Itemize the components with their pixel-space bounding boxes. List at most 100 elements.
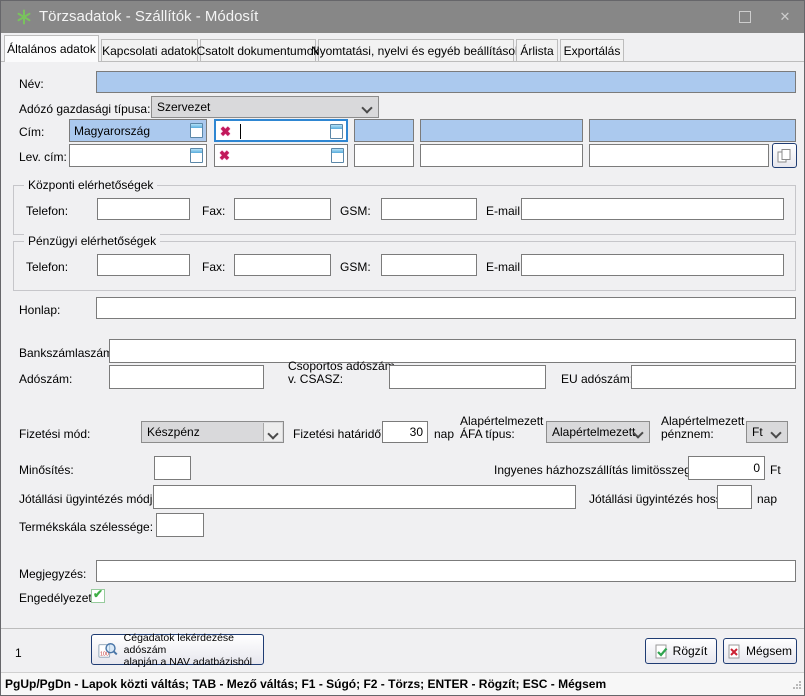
- megjegyzes-input[interactable]: [96, 560, 796, 582]
- afa-label-line1: Alapértelmezett: [460, 414, 543, 428]
- lev-cim-street2-field[interactable]: [589, 144, 769, 167]
- adoszam-input[interactable]: [109, 365, 264, 389]
- chevron-down-icon: [770, 427, 781, 438]
- eu-adoszam-input[interactable]: [631, 365, 796, 389]
- record-number: 1: [15, 646, 22, 660]
- status-bar: PgUp/PgDn - Lapok közti váltás; TAB - Me…: [1, 672, 804, 695]
- penzugyi-telefon-input[interactable]: [97, 254, 190, 276]
- status-text: PgUp/PgDn - Lapok közti váltás; TAB - Me…: [5, 677, 606, 691]
- lev-cim-zip-field[interactable]: [354, 144, 414, 167]
- kozponti-telefon-input[interactable]: [97, 198, 190, 220]
- copy-pages-icon: [777, 148, 792, 164]
- tab-arlista[interactable]: Árlista: [516, 39, 558, 62]
- table-picker-icon[interactable]: [190, 123, 203, 138]
- cim-zip-field[interactable]: [354, 119, 414, 142]
- termekskala-input[interactable]: [156, 513, 204, 537]
- group-kozponti: Központi elérhetőségek Telefon: Fax: GSM…: [13, 185, 796, 235]
- rogzit-button[interactable]: Rögzít: [645, 638, 717, 664]
- csoportos-adoszam-input[interactable]: [389, 365, 546, 389]
- nav-button-line2: alapján a NAV adatbázisból: [124, 656, 252, 668]
- fizetesi-hatarido-suffix: nap: [434, 427, 454, 441]
- kozponti-telefon-label: Telefon:: [26, 204, 68, 218]
- cim-label: Cím:: [19, 125, 44, 139]
- tab-kapcsolati-adatok[interactable]: Kapcsolati adatok: [101, 39, 198, 62]
- fizetesi-hatarido-input[interactable]: [382, 421, 428, 443]
- lev-cim-street-field[interactable]: [420, 144, 583, 167]
- jotallas-hossza-label: Jótállási ügyintézés hossza:: [589, 492, 738, 506]
- penzugyi-gsm-input[interactable]: [381, 254, 477, 276]
- jotallas-hossza-input[interactable]: [717, 485, 752, 509]
- penznem-select[interactable]: Ft: [746, 421, 788, 443]
- minosites-input[interactable]: [154, 456, 191, 480]
- clear-red-x-icon[interactable]: [220, 124, 231, 139]
- table-picker-icon[interactable]: [190, 148, 203, 163]
- penzugyi-telefon-label: Telefon:: [26, 260, 68, 274]
- nev-label: Név:: [19, 77, 44, 91]
- adozo-tipus-select[interactable]: Szervezet: [151, 96, 379, 118]
- nav-lookup-button-label: Cégadatok lekérdezése adószám alapján a …: [124, 632, 263, 668]
- eu-adoszam-label: EU adószám:: [561, 372, 633, 386]
- title-bar[interactable]: Törzsadatok - Szállítók - Módosít: [1, 1, 804, 33]
- termekskala-label: Termékskála szélessége:: [19, 520, 153, 534]
- chevron-down-icon: [361, 102, 372, 113]
- window-title: Törzsadatok - Szállítók - Módosít: [39, 8, 258, 25]
- lev-cim-city-field[interactable]: [214, 144, 348, 167]
- tab-label: Exportálás: [564, 44, 621, 58]
- tab-label: Csatolt dokumentumok: [197, 44, 320, 58]
- adoszam-label: Adószám:: [19, 372, 72, 386]
- penznem-label-line1: Alapértelmezett: [661, 414, 744, 428]
- afa-tipus-select[interactable]: Alapértelmezett: [546, 421, 650, 443]
- close-button[interactable]: [765, 1, 805, 33]
- tab-nyomtatasi-beallitasok[interactable]: Nyomtatási, nyelvi és egyéb beállítások: [318, 39, 514, 62]
- page-check-icon: [655, 644, 668, 659]
- penznem-label-line2: pénznem:: [661, 427, 714, 441]
- combo-dropdown-button[interactable]: [263, 423, 282, 441]
- kozponti-email-input[interactable]: [521, 198, 784, 220]
- honlap-input[interactable]: [96, 297, 796, 319]
- nev-input[interactable]: [96, 71, 796, 93]
- penzugyi-email-input[interactable]: [521, 254, 784, 276]
- lev-cim-country-field[interactable]: [69, 144, 207, 167]
- cim-country-field[interactable]: Magyarország: [69, 119, 207, 142]
- nav-lookup-button[interactable]: 100 Cégadatok lekérdezése adószám alapjá…: [91, 634, 264, 665]
- tab-altalanos-adatok[interactable]: Általános adatok: [4, 35, 99, 62]
- adozo-tipus-value: Szervezet: [157, 100, 210, 114]
- tab-csatolt-dokumentumok[interactable]: Csatolt dokumentumok: [200, 39, 316, 62]
- cim-street-field[interactable]: [420, 119, 583, 142]
- cim-street2-field[interactable]: [589, 119, 796, 142]
- bankszamla-input[interactable]: [109, 339, 796, 363]
- tab-label: Általános adatok: [7, 42, 96, 56]
- penzugyi-fax-input[interactable]: [234, 254, 331, 276]
- kozponti-gsm-label: GSM:: [340, 204, 371, 218]
- text-caret: [240, 124, 241, 139]
- fizetesi-hatarido-label: Fizetési határidő:: [293, 427, 384, 441]
- maximize-button[interactable]: [725, 1, 765, 33]
- csoportos-label-line2: v. CSASZ:: [288, 372, 343, 386]
- tab-strip-divider: [1, 61, 804, 62]
- dialog-window: Törzsadatok - Szállítók - Módosít Általá…: [0, 0, 805, 696]
- megsem-button[interactable]: Mégsem: [723, 638, 797, 664]
- tab-exportalas[interactable]: Exportálás: [560, 39, 624, 62]
- jotallas-hossza-suffix: nap: [757, 492, 777, 506]
- page-x-icon: [728, 644, 741, 659]
- ingyenes-input[interactable]: [688, 456, 765, 480]
- megjegyzes-label: Megjegyzés:: [19, 567, 86, 581]
- cim-city-field[interactable]: [214, 119, 348, 142]
- engedelyezett-checkbox[interactable]: [91, 589, 105, 603]
- minosites-label: Minősítés:: [19, 463, 74, 477]
- table-picker-icon[interactable]: [331, 148, 344, 163]
- table-picker-icon[interactable]: [330, 124, 343, 139]
- fizetesi-mod-select[interactable]: Készpénz: [141, 421, 284, 443]
- maximize-icon: [739, 11, 751, 23]
- resize-grip[interactable]: [792, 679, 802, 693]
- copy-address-button[interactable]: [772, 143, 797, 168]
- clear-red-x-icon[interactable]: [219, 148, 230, 163]
- kozponti-fax-input[interactable]: [234, 198, 331, 220]
- megsem-button-label: Mégsem: [746, 644, 792, 658]
- jotallas-modja-input[interactable]: [153, 485, 576, 509]
- close-icon: [780, 8, 791, 26]
- adozo-tipus-label: Adózó gazdasági típusa:: [19, 102, 150, 116]
- kozponti-gsm-input[interactable]: [381, 198, 477, 220]
- ingyenes-suffix: Ft: [770, 463, 781, 477]
- rogzit-button-label: Rögzít: [673, 644, 708, 658]
